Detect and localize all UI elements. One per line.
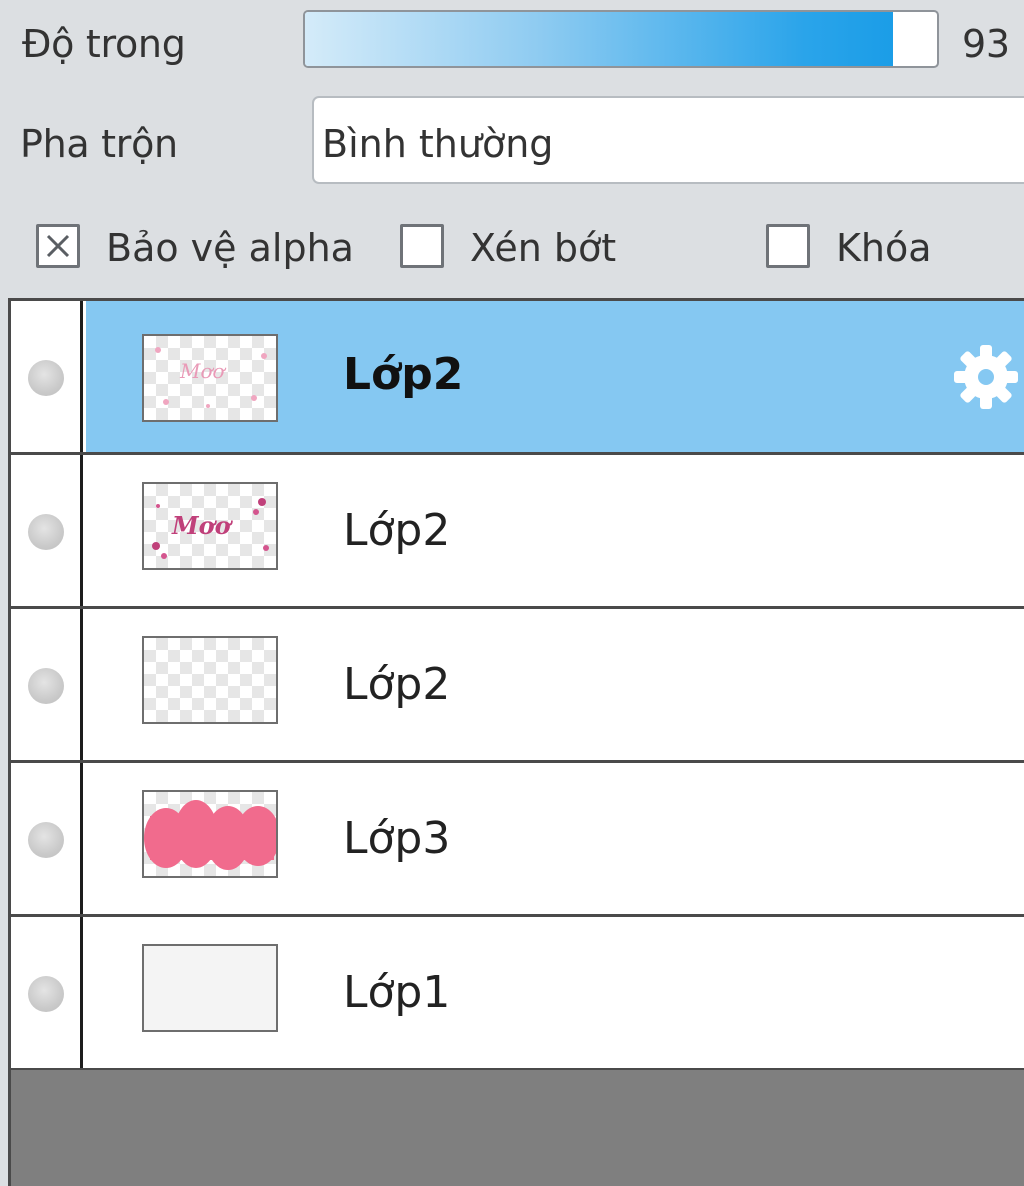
pink-text-sketch-thumbnail: Mơơ xyxy=(142,334,278,422)
layer-name: Lớp2 xyxy=(343,659,451,710)
magenta-text-thumbnail: Mơơ xyxy=(142,482,278,570)
opacity-row: Độ trong 93 xyxy=(0,0,1024,92)
lock-label: Khóa xyxy=(836,226,932,270)
layer-row-body[interactable]: Lớp3 xyxy=(86,763,1024,914)
visibility-toggle[interactable] xyxy=(28,822,64,858)
visibility-toggle[interactable] xyxy=(28,976,64,1012)
svg-text:Mơơ: Mơơ xyxy=(179,359,227,383)
lock-checkbox[interactable] xyxy=(766,224,810,268)
layer-row[interactable]: Mơơ Lớp2 xyxy=(11,455,1024,609)
layer-row[interactable]: Mơơ Lớp2 xyxy=(11,301,1024,455)
visibility-column xyxy=(11,609,83,760)
opacity-slider[interactable] xyxy=(303,10,939,68)
layer-row[interactable]: Lớp1 xyxy=(11,917,1024,1071)
layer-name: Lớp3 xyxy=(343,813,451,864)
visibility-toggle[interactable] xyxy=(28,360,64,396)
empty-layer-area xyxy=(8,1070,1024,1186)
blend-mode-value: Bình thường xyxy=(322,122,554,166)
blend-mode-select[interactable]: Bình thường xyxy=(312,96,1024,184)
svg-text:Mơơ: Mơơ xyxy=(171,511,234,540)
pink-blob-thumbnail xyxy=(142,790,278,878)
visibility-column xyxy=(11,917,83,1068)
empty-transparent-thumbnail xyxy=(142,636,278,724)
layer-row-body[interactable]: Lớp2 xyxy=(86,609,1024,760)
opacity-label: Độ trong xyxy=(22,22,186,66)
checkmark-x-icon xyxy=(46,234,70,258)
layer-row[interactable]: Lớp3 xyxy=(11,763,1024,917)
blend-mode-label: Pha trộn xyxy=(20,122,178,166)
layer-name: Lớp1 xyxy=(343,967,451,1018)
layer-row-body[interactable]: Lớp1 xyxy=(86,917,1024,1068)
visibility-column xyxy=(11,455,83,606)
protect-alpha-checkbox[interactable] xyxy=(36,224,80,268)
layer-row-body[interactable]: Mơơ Lớp2 xyxy=(86,455,1024,606)
layer-name: Lớp2 xyxy=(343,349,464,400)
clipping-checkbox[interactable] xyxy=(400,224,444,268)
opacity-slider-fill xyxy=(305,12,893,66)
visibility-toggle[interactable] xyxy=(28,668,64,704)
protect-alpha-label: Bảo vệ alpha xyxy=(106,226,354,270)
visibility-column xyxy=(11,763,83,914)
layer-list: Mơơ Lớp2 Mơơ Lớp2 Lớp2 Lớp3 Lớp1 xyxy=(8,298,1024,1071)
visibility-column xyxy=(11,301,83,452)
gear-icon[interactable] xyxy=(950,341,1022,413)
layer-row[interactable]: Lớp2 xyxy=(11,609,1024,763)
layer-name: Lớp2 xyxy=(343,505,451,556)
layer-row-body[interactable]: Mơơ Lớp2 xyxy=(86,301,1024,452)
opacity-value: 93 xyxy=(962,22,1010,66)
clipping-label: Xén bớt xyxy=(470,226,617,270)
visibility-toggle[interactable] xyxy=(28,514,64,550)
white-paper-thumbnail xyxy=(142,944,278,1032)
